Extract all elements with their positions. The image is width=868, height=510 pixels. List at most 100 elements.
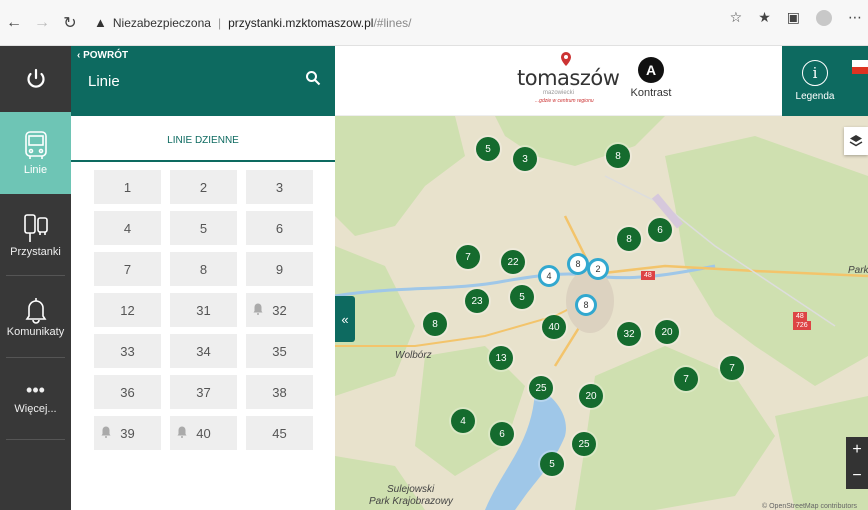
line-number: 45 — [272, 425, 287, 441]
power-button[interactable] — [0, 46, 71, 112]
layers-button[interactable] — [844, 127, 868, 155]
line-number: 6 — [275, 220, 284, 236]
bus-position-marker[interactable]: 4 — [538, 265, 560, 287]
logo-subtitle: mazowiecki — [543, 90, 575, 96]
back-arrow-icon[interactable]: ← — [0, 9, 28, 37]
logo-tagline: ...gdzie w centrum regionu — [535, 98, 594, 104]
search-icon[interactable] — [305, 70, 321, 86]
bus-position-marker[interactable]: 8 — [575, 294, 597, 316]
stop-cluster-marker[interactable]: 25 — [529, 376, 553, 400]
sidebar-item-announcements[interactable]: Komunikaty — [6, 276, 65, 358]
more-icon: ••• — [26, 379, 45, 400]
map-attribution[interactable]: © OpenStreetMap contributors — [762, 503, 857, 510]
line-number: 2 — [199, 179, 208, 195]
line-button[interactable]: 32 — [246, 293, 313, 327]
favorite-star-icon[interactable]: ☆ — [730, 9, 743, 26]
profile-avatar[interactable] — [816, 9, 832, 26]
reload-icon[interactable]: ↻ — [56, 9, 84, 37]
line-button[interactable]: 12 — [94, 293, 161, 327]
bus-position-marker[interactable]: 8 — [567, 253, 589, 275]
line-button[interactable]: 36 — [94, 375, 161, 409]
stop-cluster-marker[interactable]: 5 — [510, 285, 534, 309]
line-number: 31 — [196, 302, 211, 318]
zoom-in-button[interactable]: + — [846, 437, 868, 463]
stop-cluster-marker[interactable]: 8 — [606, 144, 630, 168]
logo-text: tomaszów — [517, 66, 620, 90]
line-button[interactable]: 45 — [246, 416, 313, 450]
app-header: tomaszów mazowiecki ...gdzie w centrum r… — [335, 46, 868, 116]
stop-cluster-marker[interactable]: 6 — [648, 218, 672, 242]
line-button[interactable]: 1 — [94, 170, 161, 204]
line-button[interactable]: 40 — [170, 416, 237, 450]
line-button[interactable]: 2 — [170, 170, 237, 204]
tab-day-lines[interactable]: LINIE DZIENNE — [71, 120, 335, 162]
forward-arrow-icon[interactable]: → — [28, 9, 56, 37]
line-button[interactable]: 35 — [246, 334, 313, 368]
stop-cluster-marker[interactable]: 25 — [572, 432, 596, 456]
stop-cluster-marker[interactable]: 6 — [490, 422, 514, 446]
legend-button[interactable]: i Legenda — [782, 46, 848, 116]
bell-icon — [25, 297, 46, 324]
map-canvas[interactable]: Wolbórz Sulejowski Park Krajobrazowy Par… — [335, 116, 868, 510]
stop-cluster-marker[interactable]: 3 — [513, 147, 537, 171]
stop-cluster-marker[interactable]: 8 — [617, 227, 641, 251]
poland-flag-icon — [852, 60, 868, 67]
zoom-out-button[interactable]: − — [846, 463, 868, 489]
line-button[interactable]: 39 — [94, 416, 161, 450]
line-button[interactable]: 38 — [246, 375, 313, 409]
line-button[interactable]: 9 — [246, 252, 313, 286]
url-host: przystanki.mzktomaszow.pl — [228, 15, 374, 30]
line-number: 5 — [199, 220, 208, 236]
more-menu-icon[interactable]: ⋯ — [848, 9, 862, 26]
collections-icon[interactable]: ▣ — [787, 9, 800, 26]
sidebar-item-stops[interactable]: Przystanki — [6, 194, 65, 276]
back-link[interactable]: ‹ POWRÓT — [77, 50, 128, 61]
line-button[interactable]: 37 — [170, 375, 237, 409]
stop-cluster-marker[interactable]: 5 — [540, 452, 564, 476]
line-button[interactable]: 6 — [246, 211, 313, 245]
stop-cluster-marker[interactable]: 8 — [423, 312, 447, 336]
main-sidebar: Linie Przystanki Komunikaty ••• Więcej..… — [0, 46, 71, 510]
panel-header: ‹ POWRÓT Linie — [71, 46, 335, 116]
line-button[interactable]: 34 — [170, 334, 237, 368]
address-bar[interactable]: ▲ Niezabezpieczona | przystanki.mzktomas… — [88, 9, 738, 37]
line-button[interactable]: 4 — [94, 211, 161, 245]
collapse-panel-button[interactable]: « — [335, 296, 355, 342]
stop-cluster-marker[interactable]: 23 — [465, 289, 489, 313]
sidebar-item-label: Linie — [23, 164, 48, 176]
stop-cluster-marker[interactable]: 20 — [655, 320, 679, 344]
language-switch[interactable] — [848, 46, 868, 116]
stop-cluster-marker[interactable]: 22 — [501, 250, 525, 274]
back-label: POWRÓT — [83, 50, 129, 61]
contrast-button[interactable]: A Kontrast — [616, 57, 686, 99]
stop-cluster-marker[interactable]: 7 — [456, 245, 480, 269]
line-button[interactable]: 8 — [170, 252, 237, 286]
stop-cluster-marker[interactable]: 20 — [579, 384, 603, 408]
line-number: 7 — [123, 261, 132, 277]
city-logo[interactable]: tomaszów mazowiecki ...gdzie w centrum r… — [517, 52, 620, 108]
zoom-control: + − — [846, 437, 868, 489]
line-number: 38 — [272, 384, 287, 400]
line-button[interactable]: 33 — [94, 334, 161, 368]
line-button[interactable]: 5 — [170, 211, 237, 245]
favorites-list-icon[interactable]: ★ — [758, 9, 771, 26]
stop-cluster-marker[interactable]: 7 — [720, 356, 744, 380]
stop-cluster-marker[interactable]: 13 — [489, 346, 513, 370]
line-button[interactable]: 31 — [170, 293, 237, 327]
bus-position-marker[interactable]: 2 — [587, 258, 609, 280]
panel-title: Linie — [88, 73, 120, 90]
stop-cluster-marker[interactable]: 7 — [674, 367, 698, 391]
lines-grid: 1 2 3 4 5 6 7 8 9 12 31 32 33 34 35 36 37 38 39 40 45 — [94, 170, 335, 450]
map-label-park-2: Park Krajobrazowy — [369, 496, 453, 507]
sidebar-item-lines[interactable]: Linie — [0, 112, 71, 194]
line-button[interactable]: 3 — [246, 170, 313, 204]
line-number: 8 — [199, 261, 208, 277]
map-label-wolborz: Wolbórz — [395, 350, 432, 361]
legend-label: Legenda — [795, 91, 835, 102]
sidebar-item-more[interactable]: ••• Więcej... — [6, 358, 65, 440]
line-button[interactable]: 7 — [94, 252, 161, 286]
stop-cluster-marker[interactable]: 32 — [617, 322, 641, 346]
stop-cluster-marker[interactable]: 5 — [476, 137, 500, 161]
stop-cluster-marker[interactable]: 40 — [542, 315, 566, 339]
stop-cluster-marker[interactable]: 4 — [451, 409, 475, 433]
